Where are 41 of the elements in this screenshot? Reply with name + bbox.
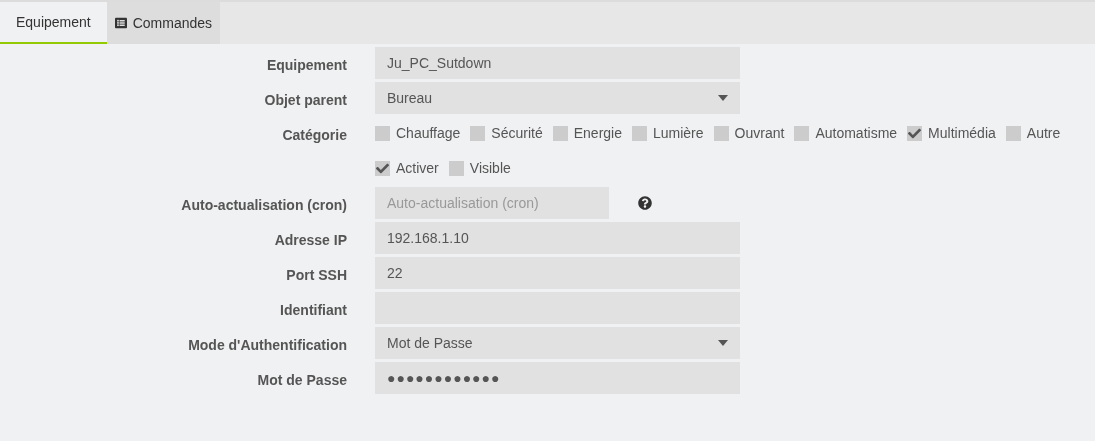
help-icon[interactable] [638,196,652,210]
checkbox[interactable] [375,125,390,141]
select-field[interactable]: Mot de Passe [375,327,740,359]
caret-icon [718,340,728,346]
checkbox[interactable] [1005,125,1021,141]
checkbox-option[interactable]: Automatisme [794,122,898,144]
checkbox[interactable] [448,160,464,176]
checkbox[interactable] [632,125,647,141]
field-label: Port SSH [286,267,347,283]
checkbox-option[interactable]: Energie [552,122,622,144]
checkbox-option[interactable]: Sécurité [470,122,543,144]
checkbox-option[interactable]: Activer [375,157,439,179]
checkbox[interactable] [713,125,729,141]
checkbox[interactable] [470,125,486,141]
tab[interactable]: Equipement [0,2,107,44]
field-label: Catégorie [282,127,347,143]
checkbox[interactable] [552,125,568,141]
checkbox-option[interactable]: Autre [1005,122,1061,144]
checkbox[interactable] [907,125,923,141]
text-field[interactable]: Ju_PC_Sutdown [375,47,740,79]
field-label: Objet parent [264,92,347,108]
checkbox-option[interactable]: Ouvrant [713,122,785,144]
field-label: Adresse IP [274,232,347,248]
field-label: Equipement [266,57,347,73]
text-field[interactable]: Auto-actualisation (cron) [375,187,609,219]
checkbox[interactable] [375,160,390,176]
field-label: Identifiant [280,302,347,318]
checkbox-option[interactable]: Multimédia [907,122,996,144]
text-field[interactable]: 22 [375,257,740,289]
text-field[interactable]: 192.168.1.10 [375,222,740,254]
caret-icon [718,95,728,101]
checkbox-option[interactable]: Chauffage [375,122,461,144]
tab[interactable]: Commandes [106,2,221,44]
checkbox-option[interactable]: Lumière [632,122,704,144]
checkbox[interactable] [794,125,810,141]
checkbox-option[interactable]: Visible [448,157,511,179]
field-label: Auto-actualisation (cron) [181,197,347,213]
field-label: Mot de Passe [257,372,347,388]
field-label: Mode d'Authentification [188,337,347,353]
select-field[interactable]: Bureau [375,82,740,114]
password-field[interactable]: ●●●●●●●●●●●● [375,362,740,394]
